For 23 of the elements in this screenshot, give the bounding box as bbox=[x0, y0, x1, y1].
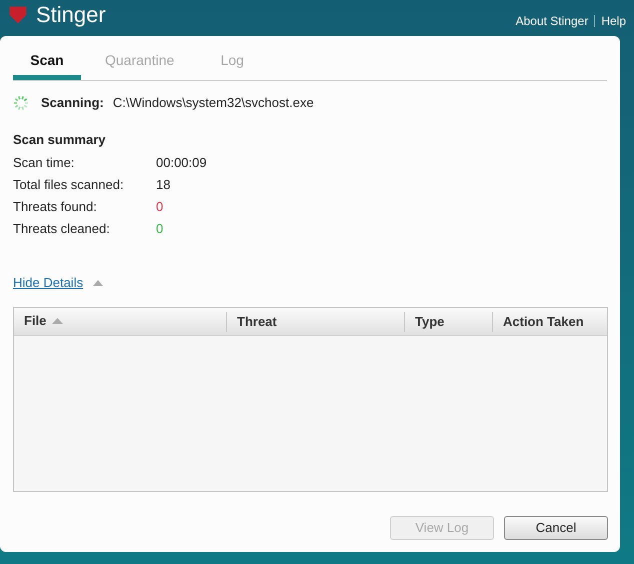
summary-value: 00:00:09 bbox=[156, 155, 207, 171]
header-link[interactable]: About Stinger bbox=[516, 12, 588, 30]
hide-details-link[interactable]: Hide Details bbox=[13, 273, 84, 292]
status-label: Scanning: bbox=[41, 94, 104, 112]
summary-value: 0 bbox=[156, 221, 164, 237]
column-header[interactable]: Threat bbox=[226, 312, 404, 332]
summary-title: Scan summary bbox=[13, 130, 106, 149]
header-link[interactable]: Help bbox=[601, 12, 626, 30]
summary-value: 0 bbox=[156, 199, 164, 215]
summary-label: Total files scanned: bbox=[13, 177, 125, 193]
column-header[interactable]: Action Taken bbox=[492, 312, 607, 332]
scanning-path: C:\Windows\system32\svchost.exe bbox=[112, 94, 314, 112]
shield-logo-icon bbox=[8, 5, 28, 25]
column-header[interactable]: Type bbox=[404, 312, 492, 332]
app-title: Stinger bbox=[36, 2, 106, 28]
tab[interactable]: Scan bbox=[13, 50, 81, 80]
summary-label: Scan time: bbox=[13, 155, 76, 171]
summary-label: Threats cleaned: bbox=[13, 221, 111, 237]
action-button[interactable]: Cancel bbox=[504, 516, 608, 540]
summary-value: 18 bbox=[156, 177, 170, 193]
summary-label: Threats found: bbox=[13, 199, 98, 215]
spinner-icon bbox=[13, 94, 29, 111]
column-header[interactable]: File bbox=[14, 308, 226, 334]
